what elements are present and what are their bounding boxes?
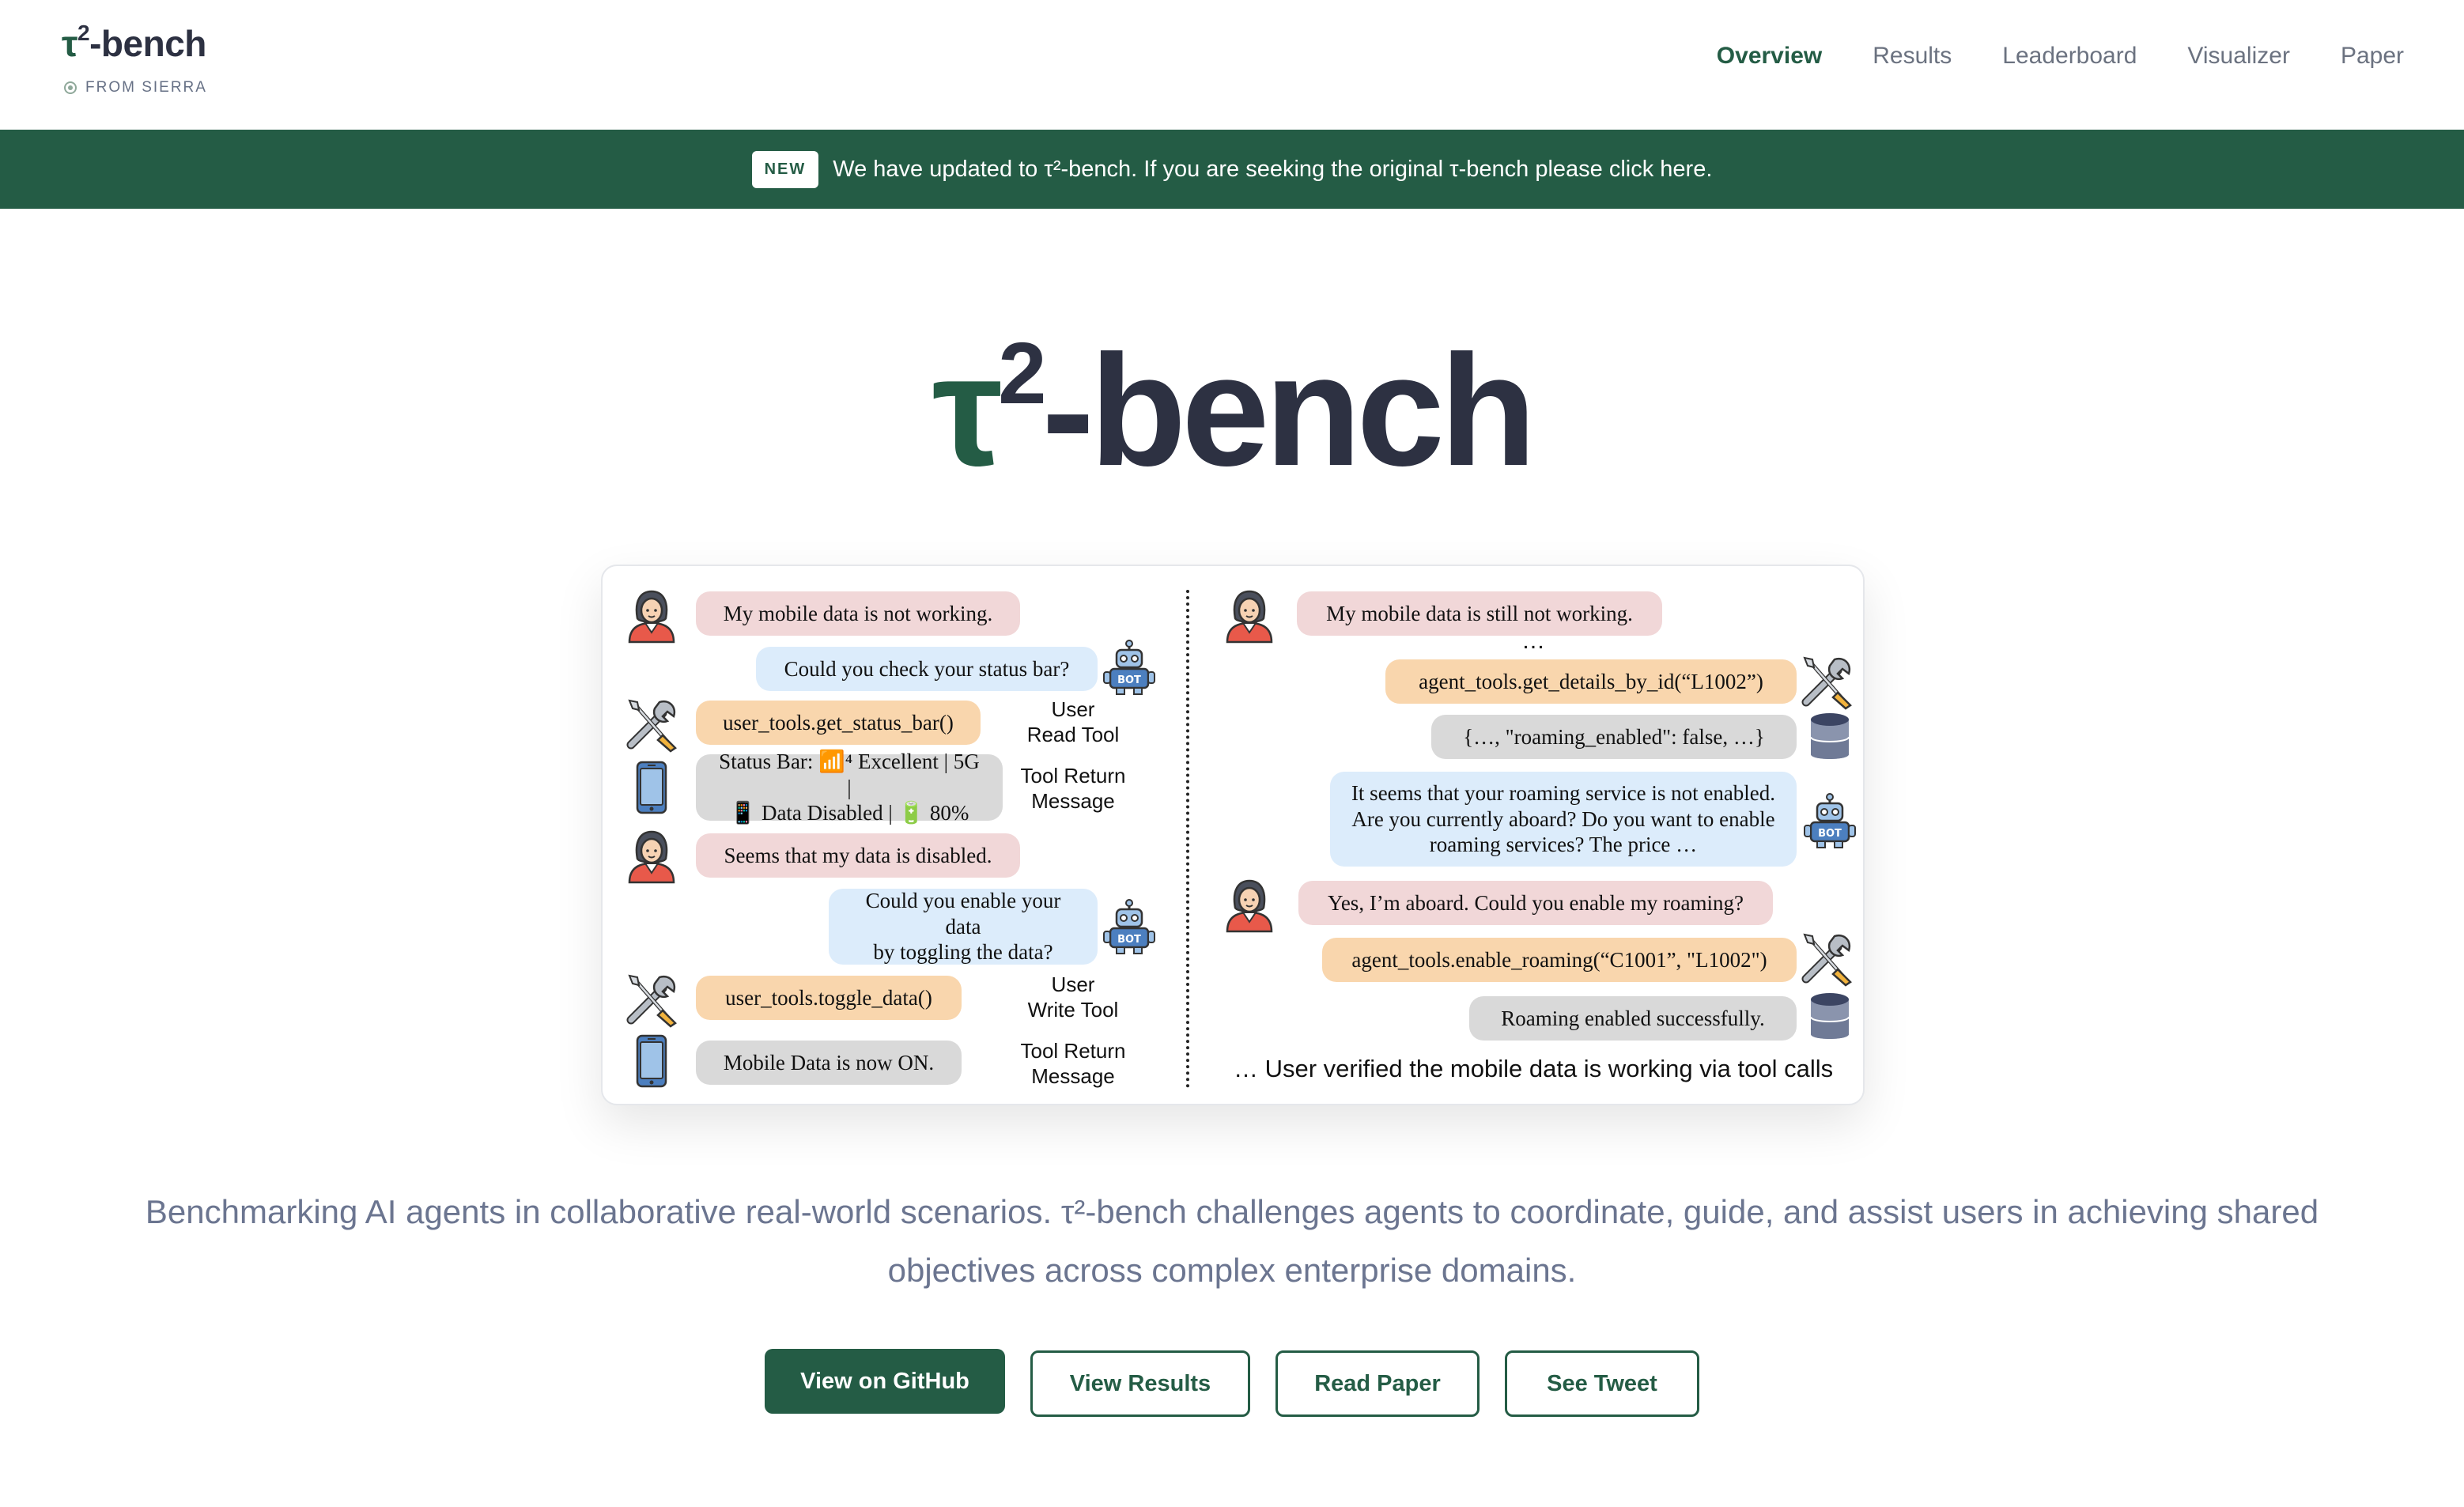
hero-title-text: -bench bbox=[1041, 323, 1536, 499]
banner-text[interactable]: We have updated to τ²-bench. If you are … bbox=[833, 157, 1712, 183]
ellipsis: … bbox=[1521, 628, 1545, 654]
hero-description: Benchmarking AI agents in collaborative … bbox=[145, 1193, 2319, 1289]
site-logo[interactable]: τ2-bench bbox=[62, 20, 206, 65]
user-avatar-icon bbox=[1221, 876, 1278, 933]
tool-return-message: Mobile Data is now ON. bbox=[696, 1041, 962, 1085]
figure-footnote: … User verified the mobile data is worki… bbox=[1234, 1055, 1834, 1082]
tool-return-message: {…, "roaming_enabled": false, …} bbox=[1431, 715, 1797, 759]
user-message: My mobile data is still not working. bbox=[1297, 591, 1662, 636]
agent-message: It seems that your roaming service is no… bbox=[1330, 772, 1797, 867]
hero-tau: τ bbox=[932, 323, 1003, 499]
wrench-screwdriver-icon bbox=[1798, 930, 1855, 987]
tool-return-message: Status Bar: 📶⁴ Excellent | 5G | 📱 Data D… bbox=[696, 750, 1003, 825]
example-dialogue-figure: My mobile data is not working. Could you… bbox=[601, 565, 1865, 1105]
database-icon bbox=[1801, 988, 1858, 1045]
user-message: My mobile data is not working. bbox=[696, 591, 1020, 636]
agent-message: Could you check your status bar? bbox=[756, 647, 1098, 691]
agent-tool-call: agent_tools.enable_roaming(“C1001”, "L10… bbox=[1322, 938, 1797, 982]
cta-buttons: View on GitHub View Results Read Paper S… bbox=[0, 1349, 2464, 1417]
nav-paper[interactable]: Paper bbox=[2341, 43, 2404, 70]
user-message: Yes, I’m aboard. Could you enable my roa… bbox=[1298, 881, 1773, 925]
from-sierra: FROM SIERRA bbox=[63, 79, 207, 96]
see-tweet-button[interactable]: See Tweet bbox=[1505, 1350, 1699, 1417]
tool-call-caption: User Write Tool bbox=[1027, 973, 1119, 1022]
logo-superscript: 2 bbox=[77, 20, 90, 45]
tool-return-caption: Tool Return Message bbox=[1020, 764, 1126, 813]
nav-leaderboard[interactable]: Leaderboard bbox=[2002, 43, 2137, 70]
tool-return-message: Roaming enabled successfully. bbox=[1469, 996, 1797, 1041]
robot-icon bbox=[1801, 792, 1858, 849]
main-nav: Overview Results Leaderboard Visualizer … bbox=[1717, 43, 2404, 70]
robot-icon bbox=[1101, 898, 1158, 955]
user-tool-call: user_tools.get_status_bar() bbox=[696, 701, 981, 745]
figure-divider bbox=[1186, 590, 1189, 1088]
logo-tau: τ bbox=[62, 23, 78, 64]
wrench-screwdriver-icon bbox=[623, 696, 680, 753]
agent-tool-call: agent_tools.get_details_by_id(“L1002”) bbox=[1385, 659, 1797, 704]
logo-text: -bench bbox=[89, 23, 206, 64]
from-sierra-label: FROM SIERRA bbox=[85, 79, 207, 96]
wrench-screwdriver-icon bbox=[1798, 653, 1855, 710]
robot-icon bbox=[1101, 639, 1158, 696]
read-paper-button[interactable]: Read Paper bbox=[1275, 1350, 1480, 1417]
site-header: τ2-bench FROM SIERRA Overview Results Le… bbox=[0, 0, 2464, 130]
nav-visualizer[interactable]: Visualizer bbox=[2187, 43, 2290, 70]
view-on-github-button[interactable]: View on GitHub bbox=[765, 1349, 1005, 1414]
agent-message: Could you enable your data by toggling t… bbox=[829, 889, 1098, 965]
view-results-button[interactable]: View Results bbox=[1030, 1350, 1250, 1417]
user-avatar-icon bbox=[623, 827, 680, 884]
sierra-icon bbox=[64, 81, 77, 94]
announcement-banner[interactable]: NEW We have updated to τ²-bench. If you … bbox=[0, 130, 2464, 209]
nav-results[interactable]: Results bbox=[1873, 43, 1952, 70]
nav-overview[interactable]: Overview bbox=[1717, 43, 1822, 70]
tool-return-caption: Tool Return Message bbox=[1020, 1039, 1126, 1088]
smartphone-icon bbox=[623, 1033, 680, 1090]
hero-superscript: 2 bbox=[998, 325, 1046, 423]
tool-call-caption: User Read Tool bbox=[1026, 697, 1120, 746]
user-avatar-icon bbox=[623, 587, 680, 644]
user-tool-call: user_tools.toggle_data() bbox=[696, 976, 962, 1020]
user-message: Seems that my data is disabled. bbox=[696, 833, 1020, 878]
user-avatar-icon bbox=[1221, 587, 1278, 644]
hero-title: τ2-bench bbox=[0, 330, 2464, 490]
smartphone-icon bbox=[623, 759, 680, 816]
database-icon bbox=[1801, 708, 1858, 765]
wrench-screwdriver-icon bbox=[623, 971, 680, 1028]
new-badge: NEW bbox=[751, 150, 819, 188]
